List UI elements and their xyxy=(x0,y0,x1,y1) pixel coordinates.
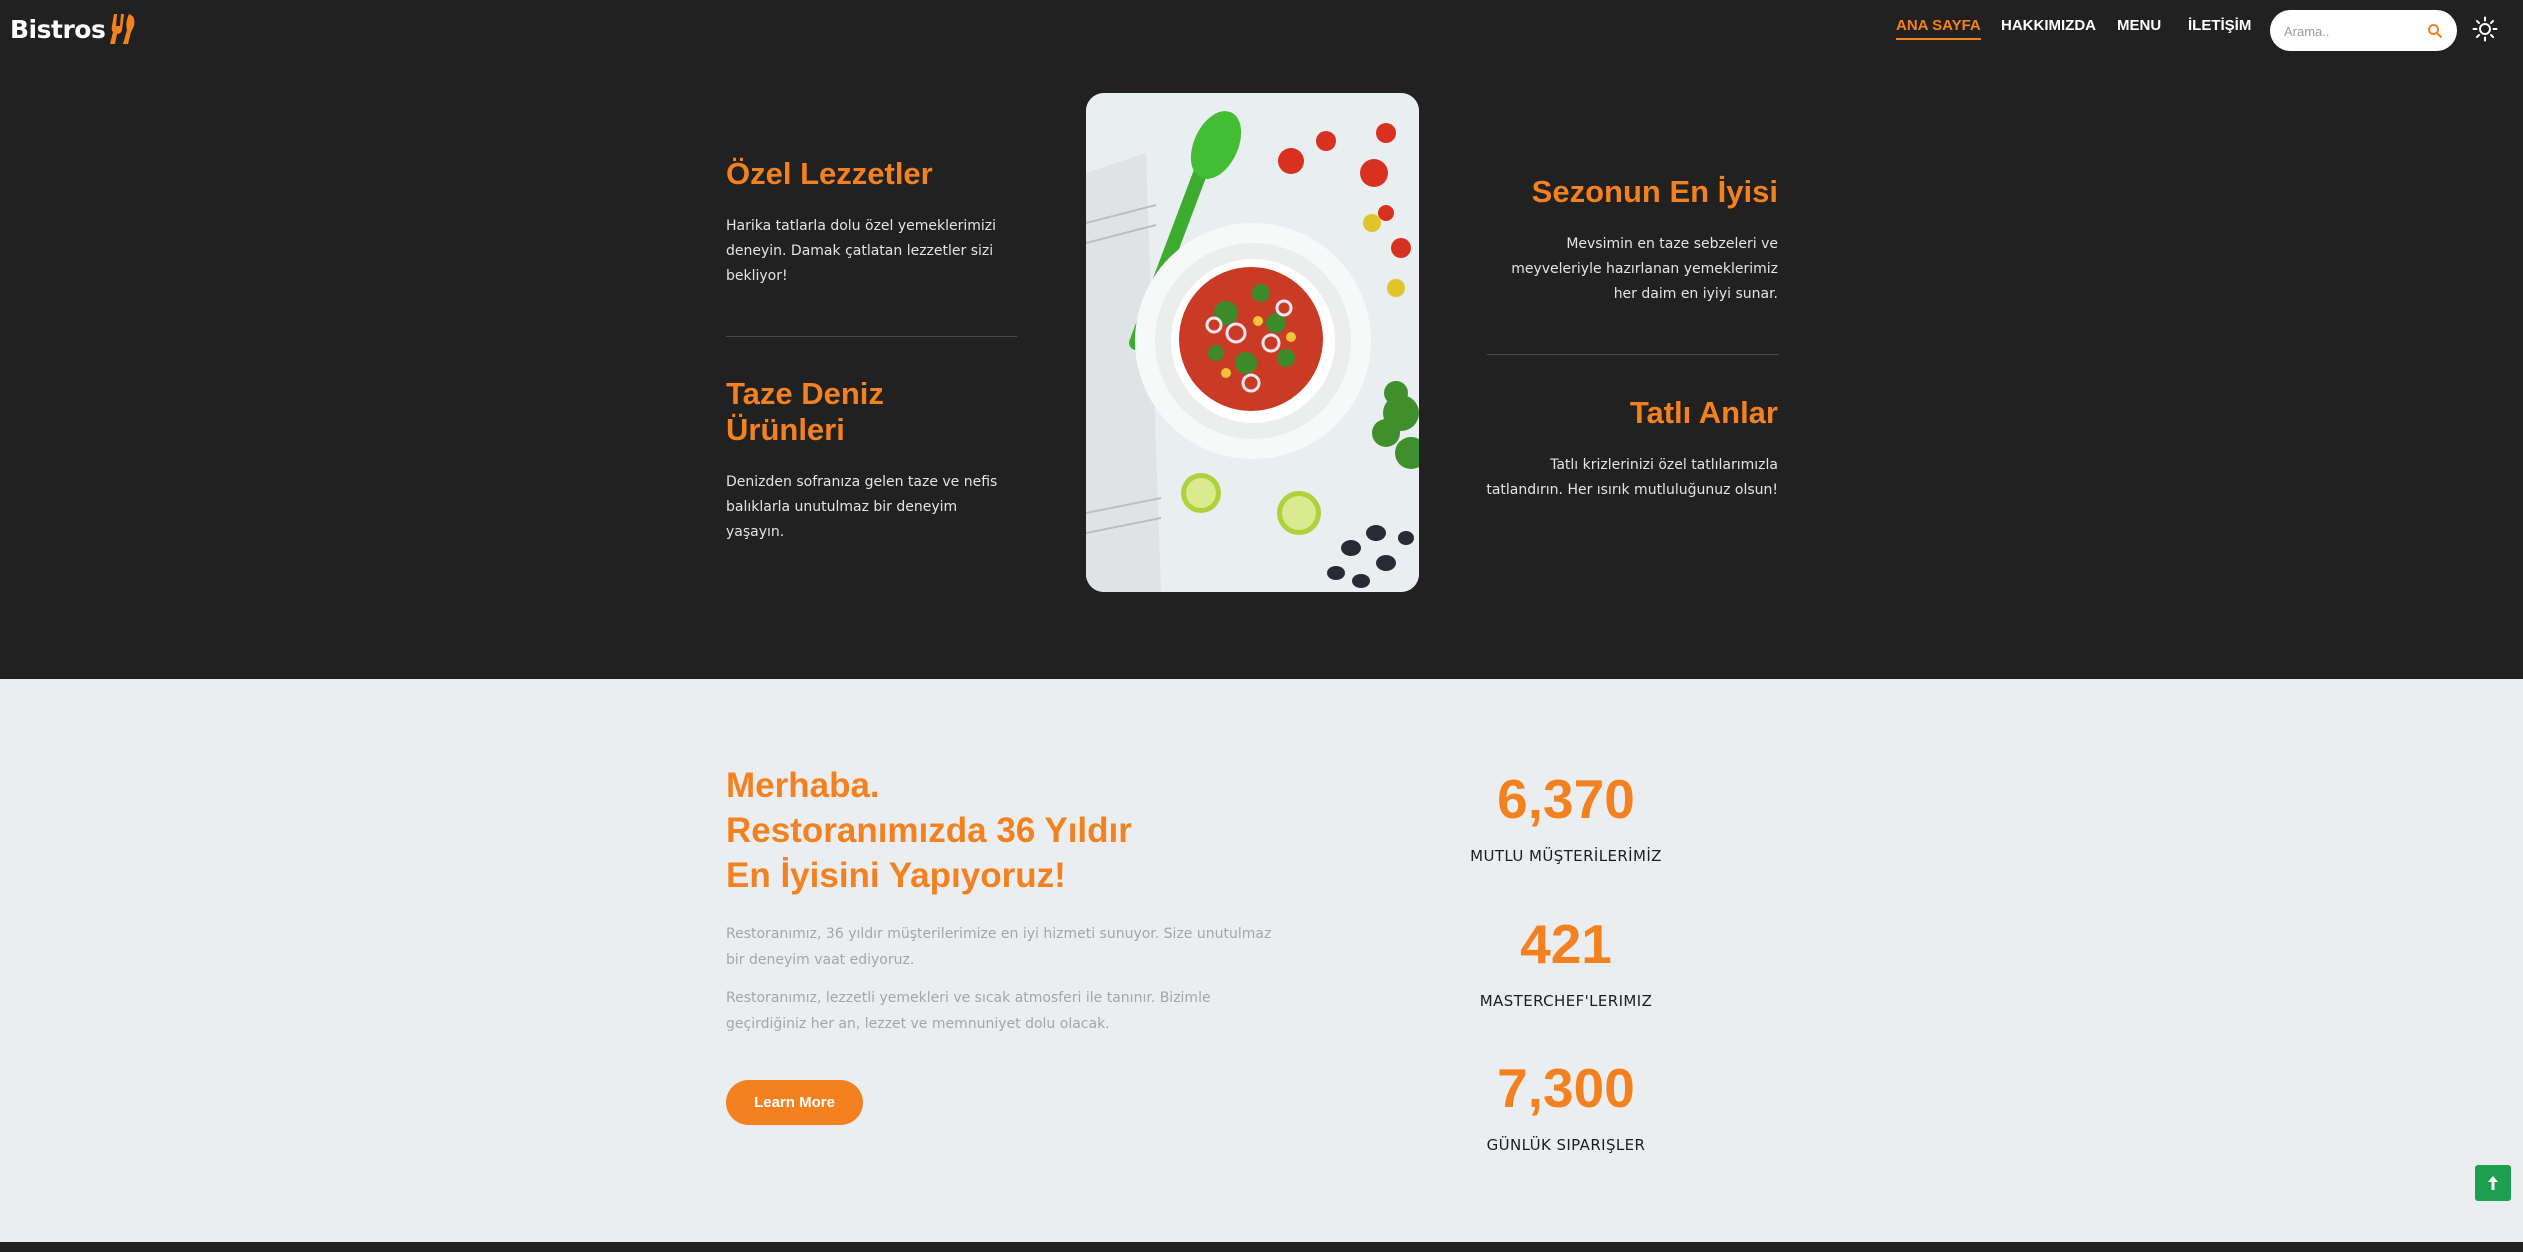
footer-strip xyxy=(0,1242,2523,1252)
about-title-line: Restoranımızda 36 Yıldır xyxy=(726,811,1132,850)
nav-link-about[interactable]: HAKKIMIZDA xyxy=(2001,17,2096,34)
about-section: Merhaba. Restoranımızda 36 Yıldır En İyi… xyxy=(0,679,2523,1242)
stat-label: GÜNLÜK SIPARIŞLER xyxy=(1486,1136,1646,1154)
stat-happy-customers: 6,370 MUTLU MÜŞTERİLERİMİZ xyxy=(1426,769,1706,865)
nav-link-contact[interactable]: İLETİŞİM xyxy=(2188,17,2251,34)
fork-knife-icon xyxy=(110,14,135,44)
stat-value: 421 xyxy=(1520,913,1612,975)
feature-card-dessert: Tatlı Anlar Tatlı krizlerinizi özel tatl… xyxy=(1486,395,1778,503)
feature-divider xyxy=(1487,354,1779,355)
brand-name: Bistros xyxy=(10,14,106,44)
about-title: Merhaba. Restoranımızda 36 Yıldır En İyi… xyxy=(726,763,1326,898)
about-paragraph: Restoranımız, lezzetli yemekleri ve sıca… xyxy=(726,990,1211,1032)
stat-masterchefs: 421 MASTERCHEF'LERIMIZ xyxy=(1426,914,1706,1010)
feature-divider xyxy=(726,336,1017,337)
about-paragraph: Restoranımız, 36 yıldır müşterilerimize … xyxy=(726,926,1272,968)
feature-section: Özel Lezzetler Harika tatlarla dolu özel… xyxy=(0,58,2523,679)
sun-icon[interactable] xyxy=(2472,16,2498,42)
about-title-line: Merhaba. xyxy=(726,766,880,805)
feature-title: Özel Lezzetler xyxy=(726,156,933,191)
stat-value: 6,370 xyxy=(1497,768,1635,830)
salad-bowl-photo xyxy=(1086,93,1419,592)
search-icon[interactable] xyxy=(2427,23,2443,39)
salad-illustration xyxy=(1086,93,1419,592)
nav-link-home[interactable]: ANA SAYFA xyxy=(1896,17,1981,40)
feature-card-seafood: Taze Deniz Ürünleri Denizden sofranıza g… xyxy=(726,376,997,545)
navbar: Bistros ANA SAYFA HAKKIMIZDA MENU İLETİŞ… xyxy=(0,0,2523,58)
learn-more-button[interactable]: Learn More xyxy=(726,1080,863,1125)
feature-title: Taze Deniz Ürünleri xyxy=(726,376,884,447)
stat-daily-orders: 7,300 GÜNLÜK SIPARIŞLER xyxy=(1426,1058,1706,1154)
feature-text: Tatlı krizlerinizi özel tatlılarımızla t… xyxy=(1486,457,1778,498)
stat-label: MUTLU MÜŞTERİLERİMİZ xyxy=(1470,847,1662,865)
feature-title: Sezonun En İyisi xyxy=(1531,174,1778,209)
about-title-line: En İyisini Yapıyoruz! xyxy=(726,856,1066,895)
brand-logo[interactable]: Bistros xyxy=(10,10,138,48)
feature-card-season: Sezonun En İyisi Mevsimin en taze sebzel… xyxy=(1486,174,1778,307)
stat-value: 7,300 xyxy=(1497,1057,1635,1119)
feature-text: Harika tatlarla dolu özel yemeklerimizi … xyxy=(726,218,997,284)
back-to-top-button[interactable] xyxy=(2475,1165,2511,1201)
feature-title: Tatlı Anlar xyxy=(1629,395,1778,430)
feature-text: Mevsimin en taze sebzeleri ve meyveleriy… xyxy=(1511,236,1778,302)
stat-label: MASTERCHEF'LERIMIZ xyxy=(1479,992,1653,1010)
search-input[interactable] xyxy=(2284,20,2424,42)
feature-text: Denizden sofranıza gelen taze ve nefis b… xyxy=(726,474,998,540)
feature-card-special: Özel Lezzetler Harika tatlarla dolu özel… xyxy=(726,156,1018,289)
nav-link-menu[interactable]: MENU xyxy=(2117,17,2161,34)
search-box xyxy=(2270,10,2457,51)
arrow-up-icon xyxy=(2488,1176,2498,1190)
